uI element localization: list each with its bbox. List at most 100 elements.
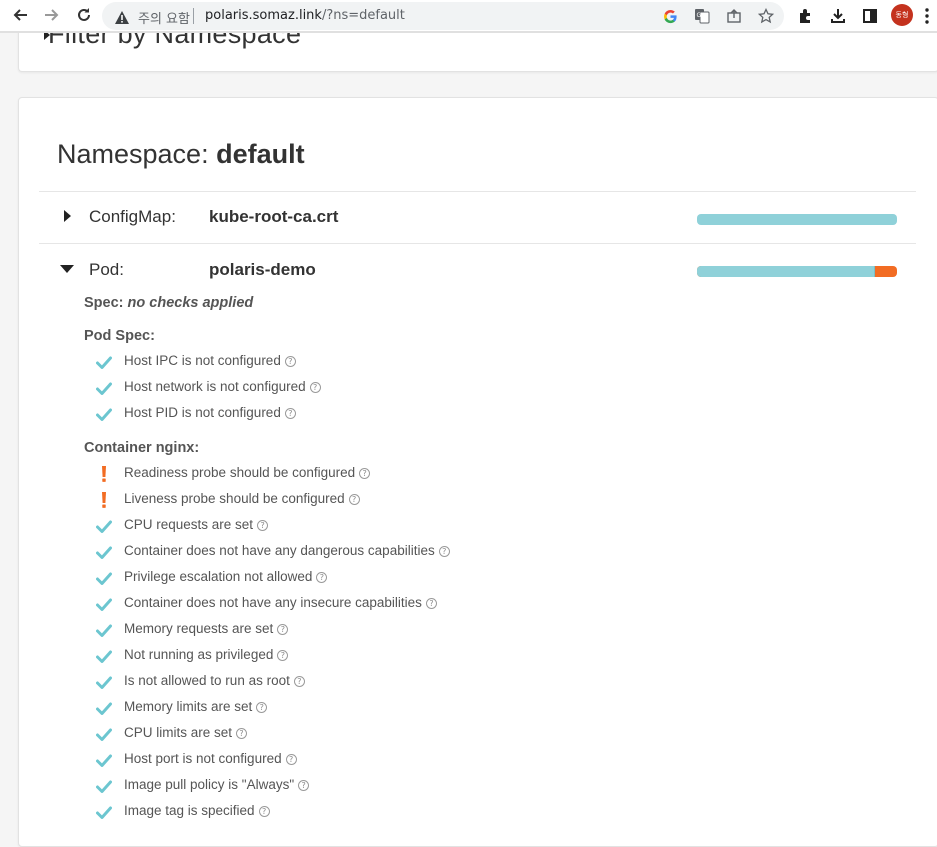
spec-value: no checks applied [127, 295, 254, 311]
check-item: Readiness probe should be configured? [95, 464, 371, 484]
check-item: CPU limits are set? [95, 724, 248, 744]
expand-caret-icon[interactable] [64, 210, 71, 222]
sidepanel-icon[interactable] [860, 6, 880, 26]
check-warning-icon [95, 491, 113, 509]
check-item: Image pull policy is "Always"? [95, 776, 310, 796]
help-icon[interactable]: ? [316, 572, 328, 583]
check-label: Privilege escalation not allowed? [124, 569, 328, 584]
help-icon[interactable]: ? [348, 494, 360, 505]
share-icon[interactable] [725, 7, 743, 25]
help-icon[interactable]: ? [284, 408, 296, 419]
help-icon[interactable]: ? [257, 520, 269, 531]
check-pass-icon [95, 673, 113, 691]
container-heading: Container nginx: [84, 440, 200, 456]
resource-kind: Pod: [89, 260, 124, 279]
check-pass-icon [95, 699, 113, 717]
help-icon[interactable]: ? [236, 728, 248, 739]
check-label: Host network is not configured? [124, 379, 321, 394]
divider [39, 191, 916, 192]
check-label: Readiness probe should be configured? [124, 465, 371, 480]
security-label[interactable]: 주의 요함 [138, 8, 190, 27]
check-pass-icon [95, 647, 113, 665]
help-icon[interactable]: ? [425, 598, 437, 609]
back-icon[interactable] [10, 5, 30, 25]
score-bar-pass [697, 266, 875, 277]
reload-icon[interactable] [74, 5, 94, 25]
help-icon[interactable]: ? [309, 382, 321, 393]
help-icon[interactable]: ? [293, 676, 305, 687]
check-pass-icon [95, 379, 113, 397]
help-icon[interactable]: ? [256, 702, 268, 713]
check-item: Liveness probe should be configured? [95, 490, 360, 510]
check-item: Host port is not configured? [95, 750, 297, 770]
check-label: Liveness probe should be configured? [124, 491, 360, 506]
warning-icon[interactable] [115, 9, 129, 24]
extensions-icon[interactable] [796, 6, 816, 26]
check-pass-icon [95, 517, 113, 535]
help-icon[interactable]: ? [258, 806, 270, 817]
check-label: Memory requests are set? [124, 621, 289, 636]
check-item: Host IPC is not configured? [95, 352, 296, 372]
check-pass-icon [95, 777, 113, 795]
check-pass-icon [95, 621, 113, 639]
check-label: Host IPC is not configured? [124, 353, 296, 368]
divider [39, 243, 916, 244]
profile-avatar[interactable]: 동형 [891, 4, 913, 26]
namespace-name: default [216, 139, 305, 169]
check-label: Container does not have any insecure cap… [124, 595, 437, 610]
check-item: Memory limits are set? [95, 698, 268, 718]
check-item: CPU requests are set? [95, 516, 269, 536]
check-item: Image tag is specified? [95, 802, 270, 822]
check-label: Image pull policy is "Always"? [124, 777, 310, 792]
url-path: /?ns=default [321, 8, 405, 23]
url-text[interactable]: polaris.somaz.link/?ns=default [205, 8, 405, 23]
google-icon[interactable] [661, 7, 679, 25]
namespace-title: Namespace: default [57, 139, 305, 170]
translate-icon[interactable]: G [693, 7, 711, 25]
check-pass-icon [95, 725, 113, 743]
help-icon[interactable]: ? [298, 780, 310, 791]
resource-name: polaris-demo [209, 260, 316, 279]
help-icon[interactable]: ? [359, 468, 371, 479]
check-item: Container does not have any dangerous ca… [95, 542, 450, 562]
collapse-caret-icon[interactable] [60, 265, 74, 273]
check-pass-icon [95, 569, 113, 587]
help-icon[interactable]: ? [438, 546, 450, 557]
resource-kind: ConfigMap: [89, 207, 176, 226]
help-icon[interactable]: ? [277, 650, 289, 661]
check-label: Is not allowed to run as root? [124, 673, 305, 688]
check-pass-icon [95, 803, 113, 821]
check-pass-icon [95, 543, 113, 561]
namespace-label: Namespace: [57, 139, 209, 169]
check-pass-icon [95, 353, 113, 371]
check-item: Host PID is not configured? [95, 404, 296, 424]
check-pass-icon [95, 595, 113, 613]
check-item: Is not allowed to run as root? [95, 672, 305, 692]
download-icon[interactable] [828, 6, 848, 26]
check-pass-icon [95, 405, 113, 423]
spec-label: Spec: [84, 295, 124, 311]
check-pass-icon [95, 751, 113, 769]
help-icon[interactable]: ? [277, 624, 289, 635]
score-bar [697, 266, 897, 277]
check-label: Host port is not configured? [124, 751, 297, 766]
check-label: Host PID is not configured? [124, 405, 296, 420]
browser-toolbar: 주의 요함 polaris.somaz.link/?ns=default G 동… [0, 0, 937, 32]
check-item: Memory requests are set? [95, 620, 289, 640]
forward-icon[interactable] [42, 5, 62, 25]
check-label: Not running as privileged? [124, 647, 289, 662]
svg-text:G: G [697, 12, 702, 19]
address-bar[interactable]: 주의 요함 polaris.somaz.link/?ns=default G [102, 2, 784, 30]
check-item: Host network is not configured? [95, 378, 321, 398]
spec-heading: Spec: no checks applied [84, 295, 253, 311]
bookmark-star-icon[interactable] [757, 7, 775, 25]
menu-icon[interactable] [922, 6, 932, 26]
help-icon[interactable]: ? [285, 754, 297, 765]
check-label: Container does not have any dangerous ca… [124, 543, 450, 558]
check-label: CPU requests are set? [124, 517, 269, 532]
check-warning-icon [95, 465, 113, 483]
check-item: Privilege escalation not allowed? [95, 568, 328, 588]
score-bar-pass [697, 214, 897, 225]
help-icon[interactable]: ? [284, 356, 296, 367]
omnibox-divider [193, 8, 194, 24]
